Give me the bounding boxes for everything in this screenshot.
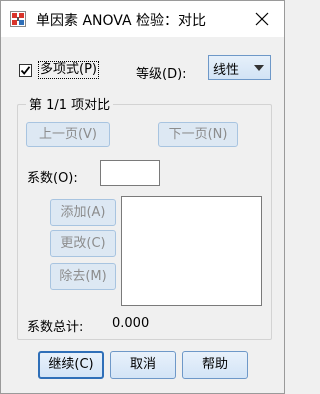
polynomial-option[interactable]: 多项式(P) [19, 61, 99, 79]
spss-dialog-icon [10, 11, 26, 27]
chevron-down-icon [254, 65, 264, 71]
help-button[interactable]: 帮助 [182, 351, 248, 379]
coefficient-total-value: 0.000 [112, 316, 150, 331]
title-bar[interactable]: 单因素 ANOVA 检验：对比 [1, 1, 284, 37]
remove-button[interactable]: 除去(M) [50, 263, 116, 290]
polynomial-label[interactable]: 多项式(P) [38, 61, 99, 79]
coefficients-input[interactable] [100, 160, 160, 186]
add-button[interactable]: 添加(A) [50, 199, 116, 226]
previous-button[interactable]: 上一页(V) [26, 122, 110, 147]
window-title: 单因素 ANOVA 检验：对比 [36, 13, 206, 29]
contrast-group-legend: 第 1/1 项对比 [26, 94, 114, 113]
next-button[interactable]: 下一页(N) [158, 122, 238, 147]
change-button[interactable]: 更改(C) [50, 230, 116, 257]
cancel-button[interactable]: 取消 [110, 351, 176, 379]
degree-label: 等级(D): [136, 67, 187, 82]
degree-selected-value: 线性 [213, 63, 240, 78]
checkmark-icon [20, 65, 31, 75]
coefficient-total-label: 系数总计: [27, 320, 84, 335]
degree-select[interactable]: 线性 [208, 55, 271, 80]
coefficients-list[interactable] [121, 196, 262, 306]
continue-button[interactable]: 继续(C) [38, 351, 104, 379]
polynomial-checkbox[interactable] [19, 63, 32, 77]
coefficients-label: 系数(O): [27, 171, 78, 186]
one-way-anova-contrasts-dialog: 单因素 ANOVA 检验：对比 多项式(P) 等级(D): 线性 第 1/1 项… [0, 0, 285, 394]
close-icon[interactable] [253, 10, 271, 28]
